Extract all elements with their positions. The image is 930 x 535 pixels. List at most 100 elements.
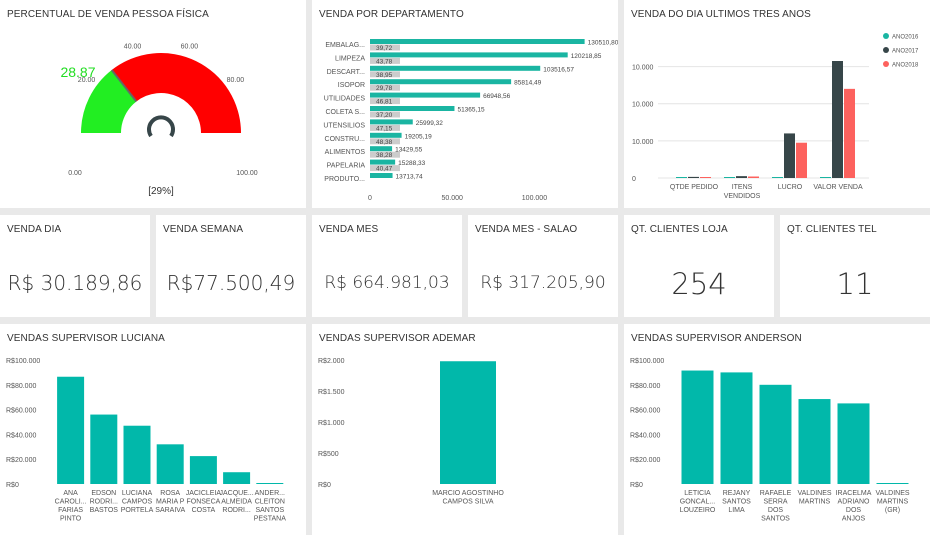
card-venda-mes-salao[interactable]: VENDA MES - SALAO R$ 317.205,90: [468, 215, 618, 317]
ademar-y-tick-label: R$1.500: [318, 389, 345, 396]
card-title: QT. CLIENTES TEL: [787, 224, 877, 235]
anderson-bar: [837, 403, 870, 484]
years-bar: [832, 61, 843, 178]
gauge-value-label: 28.87: [60, 64, 95, 80]
card-title: VENDA DIA: [7, 224, 62, 235]
anderson-category-label: VALDINES: [797, 490, 831, 497]
card-venda-semana[interactable]: VENDA SEMANA R$77.500,49: [156, 215, 306, 317]
department-category-label: ALIMENTOS: [325, 149, 366, 156]
gauge-scale-label: 40.00: [124, 44, 142, 51]
department-category-label: LIMPEZA: [335, 55, 365, 62]
years-bar: [748, 176, 759, 178]
card-title: QT. CLIENTES LOJA: [631, 224, 728, 235]
luciana-y-tick-label: R$60.000: [6, 408, 36, 415]
department-bar: [370, 92, 481, 98]
card-clientes-tel[interactable]: QT. CLIENTES TEL 11: [780, 215, 930, 317]
years-bar: [676, 177, 687, 178]
anderson-chart-tile[interactable]: VENDAS SUPERVISOR ANDERSON R$0 R$20.000 R$…: [624, 324, 930, 535]
luciana-category-label: MARIA P: [156, 499, 185, 506]
department-bar-value-label: 13713,74: [396, 174, 423, 181]
department-secondary-value-label: 40,47: [376, 166, 393, 173]
ademar-chart-tile[interactable]: VENDAS SUPERVISOR ADEMAR R$0 R$500 R$1.000…: [312, 324, 618, 535]
card-value: 254: [671, 267, 727, 301]
anderson-category-label: IRACELMA: [836, 490, 872, 497]
ademar-bar: [440, 361, 496, 484]
years-bar: [772, 177, 783, 178]
anderson-category-label: SANTOS: [722, 499, 751, 506]
department-chart-tile[interactable]: VENDA POR DEPARTAMENTO EMBALAG... 130510,…: [312, 0, 618, 208]
gauge-remaining-arc: [111, 52, 241, 133]
three-years-chart-tile[interactable]: VENDA DO DIA ULTIMOS TRES ANOS 0 10.000 10…: [624, 0, 930, 208]
years-bar: [736, 176, 747, 178]
years-bar: [700, 177, 711, 178]
anderson-category-label: LOUZEIRO: [680, 507, 716, 514]
luciana-bar: [123, 425, 151, 484]
years-bar: [784, 133, 795, 178]
ademar-y-tick-label: R$500: [318, 451, 339, 458]
department-bar: [370, 65, 541, 71]
card-clientes-loja[interactable]: QT. CLIENTES LOJA 254: [624, 215, 774, 317]
years-category-label: LUCRO: [778, 184, 803, 191]
department-category-label: ISOPOR: [338, 82, 365, 89]
department-bar-chart: EMBALAG... 130510,80 39,72 LIMPEZA 120218,85…: [323, 39, 618, 202]
years-bar: [796, 142, 807, 178]
years-legend-marker: [883, 47, 889, 53]
department-bar-value-label: 15288,33: [398, 160, 425, 167]
card-value: R$ 664.981,03: [324, 273, 450, 293]
department-bar-value-label: 130510,80: [588, 40, 618, 47]
luciana-bar: [256, 483, 284, 484]
luciana-category-label: JACQUE...: [219, 490, 253, 497]
department-category-label: DESCART...: [327, 69, 365, 76]
department-secondary-value-label: 38,95: [376, 72, 393, 79]
anderson-bar: [720, 372, 753, 484]
luciana-category-label: SARAIVA: [155, 507, 185, 514]
years-y-tick-label: 10.000: [632, 102, 654, 109]
department-category-label: COLETA S...: [325, 109, 365, 116]
luciana-category-label: PORTELA: [121, 507, 154, 514]
anderson-category-label: SANTOS: [761, 516, 790, 523]
anderson-y-tick-label: R$100.000: [630, 358, 664, 365]
luciana-category-label: FONSECA: [186, 499, 220, 506]
card-venda-mes[interactable]: VENDA MES R$ 664.981,03: [312, 215, 462, 317]
department-x-tick-label: 50.000: [442, 195, 464, 202]
anderson-category-label: LETICIA: [684, 490, 711, 497]
anderson-category-label: (GR): [885, 507, 900, 514]
ademar-bar-chart: R$0 R$500 R$1.000 R$1.500 R$2.000 MARCIO AGOS…: [318, 358, 504, 506]
luciana-chart-tile[interactable]: VENDAS SUPERVISOR LUCIANA R$0 R$20.000 R$4…: [0, 324, 306, 535]
anderson-bar-chart: R$0 R$20.000 R$40.000 R$60.000 R$80.000 R$100…: [630, 358, 910, 523]
luciana-bar: [90, 414, 118, 484]
gauge-center-icon: [147, 115, 175, 138]
department-bar: [370, 106, 455, 111]
gauge-tile[interactable]: PERCENTUAL DE VENDA PESSOA FÍSICA 0.00 10…: [0, 0, 306, 208]
gauge-scale-label: 80.00: [227, 77, 245, 84]
luciana-y-tick-label: R$20.000: [6, 457, 36, 464]
years-category-label: ITENS: [732, 184, 753, 191]
department-category-label: PAPELARIA: [327, 163, 366, 170]
ademar-y-tick-label: R$0: [318, 482, 331, 489]
luciana-category-label: CAROLI...: [55, 499, 87, 506]
department-bar-value-label: 85814,49: [514, 80, 541, 87]
anderson-category-label: RAFAELE: [760, 490, 792, 497]
department-bar-value-label: 19205,19: [405, 133, 432, 140]
years-legend-label: ANO2016: [892, 35, 919, 41]
years-y-tick-label: 10.000: [632, 139, 654, 146]
luciana-category-label: PINTO: [60, 516, 82, 523]
department-category-label: PRODUTO...: [324, 176, 365, 183]
years-legend-marker: [883, 61, 889, 67]
luciana-y-tick-label: R$0: [6, 482, 19, 489]
anderson-category-label: SERRA: [763, 499, 787, 506]
card-value: R$77.500,49: [166, 271, 296, 295]
ademar-category-label: MARCIO AGOSTINHO: [432, 490, 504, 497]
luciana-category-label: CLEITON: [255, 499, 285, 506]
ademar-y-tick-label: R$1.000: [318, 420, 345, 427]
department-bar-value-label: 51365,15: [457, 107, 484, 114]
gauge-scale-label: 0.00: [68, 170, 82, 177]
card-title: VENDA SEMANA: [163, 224, 244, 235]
years-category-label: VENDIDOS: [724, 193, 761, 200]
department-bar: [370, 159, 396, 165]
anderson-category-label: DOS: [846, 507, 862, 514]
luciana-category-label: RODRI...: [222, 507, 250, 514]
three-years-bar-chart: 0 10.000 10.000 10.000 QTDE PEDIDO ITENS VENDI…: [632, 33, 919, 200]
card-venda-dia[interactable]: VENDA DIA R$ 30.189,86: [0, 215, 150, 317]
department-secondary-value-label: 39,72: [376, 45, 393, 52]
